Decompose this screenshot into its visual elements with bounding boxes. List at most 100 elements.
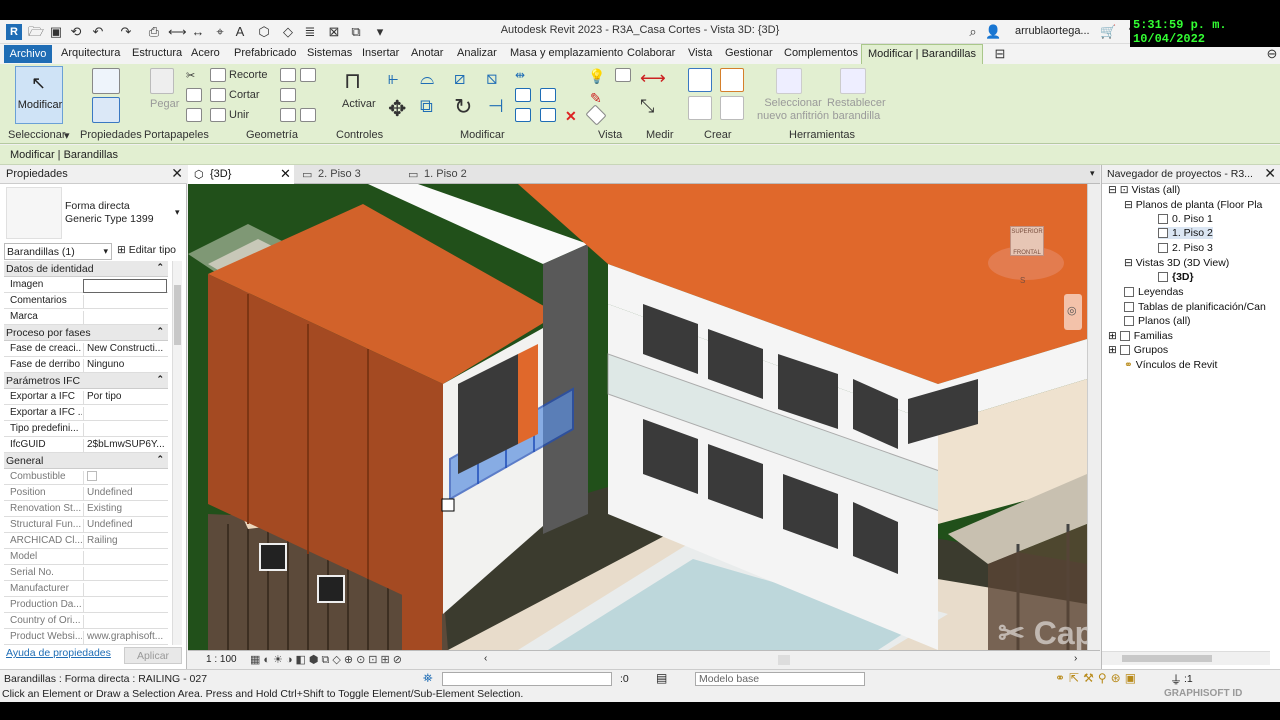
viewcube[interactable]: SUPERIOR FRONTAL S [988, 224, 1068, 285]
tree-item-grupos[interactable]: ⊞ Grupos [1108, 344, 1168, 356]
group-fases[interactable]: Proceso por fases ⌃ [4, 325, 168, 341]
tab-analizar[interactable]: Analizar [457, 47, 497, 59]
tab-vista[interactable]: Vista [688, 47, 712, 59]
close-icon[interactable]: ✕ [1264, 165, 1276, 182]
prop-row[interactable]: Position Undefined [4, 485, 168, 501]
cut-icon[interactable]: ✂ [186, 69, 195, 82]
pegar-label[interactable]: Pegar [150, 98, 179, 110]
edit-type-button[interactable]: ⊞ Editar tipo [117, 244, 176, 256]
prop-value[interactable]: www.graphisoft... [83, 631, 167, 645]
tree-item-vistas-3d[interactable]: ⊟ Vistas 3D (3D View) [1124, 257, 1229, 269]
prop-value[interactable] [83, 295, 167, 309]
tree-item-piso-2[interactable]: 1. Piso 2 [1158, 227, 1213, 239]
prop-row[interactable]: Comentarios [4, 293, 168, 309]
viewport-vertical-scrollbar[interactable] [1087, 184, 1100, 650]
group-general[interactable]: General ⌃ [4, 453, 168, 469]
filter-icon[interactable]: ⏚ [1170, 671, 1182, 688]
3d-viewport[interactable]: SUPERIOR FRONTAL S ◎ ✂ CapCut [188, 184, 1087, 650]
linework-icon[interactable] [585, 104, 607, 126]
tree-item-planos[interactable]: Planos (all) [1124, 315, 1191, 327]
tab-acero[interactable]: Acero [191, 47, 220, 59]
group-ifc[interactable]: Parámetros IFC ⌃ [4, 373, 168, 389]
geometry-tool1-icon[interactable] [280, 68, 296, 82]
geometry-tool3-icon[interactable] [280, 88, 296, 102]
prop-row[interactable]: Exportar a IFC ... [4, 405, 168, 421]
close-icon[interactable]: ✕ [171, 165, 183, 182]
collapse-icon[interactable]: ⊟ [1124, 257, 1133, 269]
prop-value[interactable]: New Constructi... [83, 343, 167, 357]
instance-filter-select[interactable]: Barandillas (1) ▾ [4, 243, 112, 260]
tree-item-familias[interactable]: ⊞ Familias [1108, 330, 1173, 342]
seleccionar-anfitrion-label[interactable]: Seleccionar nuevo anfitrión [757, 97, 829, 123]
collapse-icon[interactable]: ⊟ [1124, 199, 1133, 211]
copy-element-icon[interactable]: ⧉ [420, 96, 433, 117]
tab-complementos[interactable]: Complementos [784, 47, 858, 59]
split-icon[interactable]: ⇹ [515, 68, 531, 82]
properties-help-link[interactable]: Ayuda de propiedades [6, 647, 111, 659]
prop-row[interactable]: Serial No. [4, 565, 168, 581]
create-group-icon[interactable] [688, 96, 712, 120]
tab-piso-2[interactable]: ▭ 1. Piso 2 [402, 165, 510, 184]
activar-controls-icon[interactable]: ⊓ [344, 68, 361, 94]
tab-list-dropdown-icon[interactable]: ▾ [1090, 168, 1095, 179]
building-model[interactable] [188, 184, 1087, 650]
unir-label[interactable]: Unir [229, 109, 249, 121]
rotate-icon[interactable]: ↻ [454, 94, 472, 120]
tree-item-planos-planta[interactable]: ⊟ Planos de planta (Floor Pla [1124, 199, 1262, 211]
properties-scrollbar[interactable] [172, 261, 182, 645]
array-icon[interactable] [515, 88, 531, 102]
geometry-tool4-icon[interactable] [280, 108, 296, 122]
prop-row[interactable]: Manufacturer [4, 581, 168, 597]
align-icon[interactable]: ⫦ [388, 68, 398, 89]
cortar-icon[interactable] [210, 88, 226, 102]
panel-seleccionar-dropdown-icon[interactable]: ▾ [64, 129, 70, 142]
mirror-axis-icon[interactable]: ⧄ [454, 68, 465, 89]
expand-icon[interactable]: ⊞ [1108, 330, 1117, 342]
scale-icon[interactable] [515, 108, 531, 122]
prop-value[interactable]: Ninguno [83, 359, 167, 373]
prop-value[interactable] [83, 551, 167, 565]
mirror-draw-icon[interactable]: ⧅ [486, 68, 497, 89]
hscroll-thumb[interactable] [778, 655, 790, 665]
user-name[interactable]: arrublaortega... [1015, 25, 1090, 37]
move-icon[interactable]: ✥ [388, 96, 406, 122]
search-icon[interactable]: ⌕ [965, 24, 981, 40]
prop-row[interactable]: ARCHICAD Cl... Railing [4, 533, 168, 549]
tree-item-leyendas[interactable]: Leyendas [1124, 286, 1184, 298]
create-assembly-icon[interactable] [688, 68, 712, 92]
prop-value[interactable] [83, 615, 167, 629]
offset-icon[interactable]: ⌓ [420, 68, 434, 89]
geometry-tool5-icon[interactable] [300, 108, 316, 122]
prop-row[interactable]: Model [4, 549, 168, 565]
copy-icon[interactable] [186, 88, 202, 102]
measure-along-icon[interactable]: ⤡ [640, 96, 654, 117]
prop-value[interactable] [83, 407, 167, 421]
worksets-icon[interactable]: ⛯ [423, 671, 433, 686]
measure-between-icon[interactable]: ⟷ [640, 68, 666, 89]
design-option-select[interactable]: Modelo base [695, 672, 865, 686]
prop-value[interactable]: Undefined [83, 487, 167, 501]
prop-row[interactable]: Fase de creaci... New Constructi... [4, 341, 168, 357]
prop-row[interactable]: IfcGUID 2$bLmwSUP6Y... [4, 437, 168, 453]
tab-prefabricado[interactable]: Prefabricado [234, 47, 296, 59]
tab-sistemas[interactable]: Sistemas [307, 47, 352, 59]
prop-row[interactable]: Production Da... [4, 597, 168, 613]
hscroll-right-icon[interactable]: › [1074, 653, 1077, 664]
cart-icon[interactable]: 🛒 [1100, 24, 1116, 40]
prop-value[interactable] [83, 567, 167, 581]
hscroll-left-icon[interactable]: ‹ [484, 653, 487, 664]
delete-icon[interactable]: ✕ [565, 108, 577, 125]
prop-row[interactable]: Product Websi... www.graphisoft... [4, 629, 168, 645]
prop-value[interactable] [83, 423, 167, 437]
prop-row[interactable]: Renovation St... Existing [4, 501, 168, 517]
prop-value[interactable] [83, 583, 167, 597]
tree-item-piso-1[interactable]: 0. Piso 1 [1158, 213, 1213, 225]
tab-colaborar[interactable]: Colaborar [627, 47, 675, 59]
view-control-icons[interactable]: ▦◐☀◑◧⬢⧉◇⊕⊙⊡⊞⊘ [250, 653, 405, 667]
scale-label[interactable]: 1 : 100 [206, 654, 237, 665]
tab-3d[interactable]: ⬡ {3D} ✕ [188, 165, 294, 184]
prop-row[interactable]: Imagen [4, 277, 168, 293]
minimize-ribbon-icon[interactable]: ⊖ [1264, 46, 1280, 62]
cope-icon[interactable] [210, 68, 226, 82]
match-icon[interactable] [186, 108, 202, 122]
